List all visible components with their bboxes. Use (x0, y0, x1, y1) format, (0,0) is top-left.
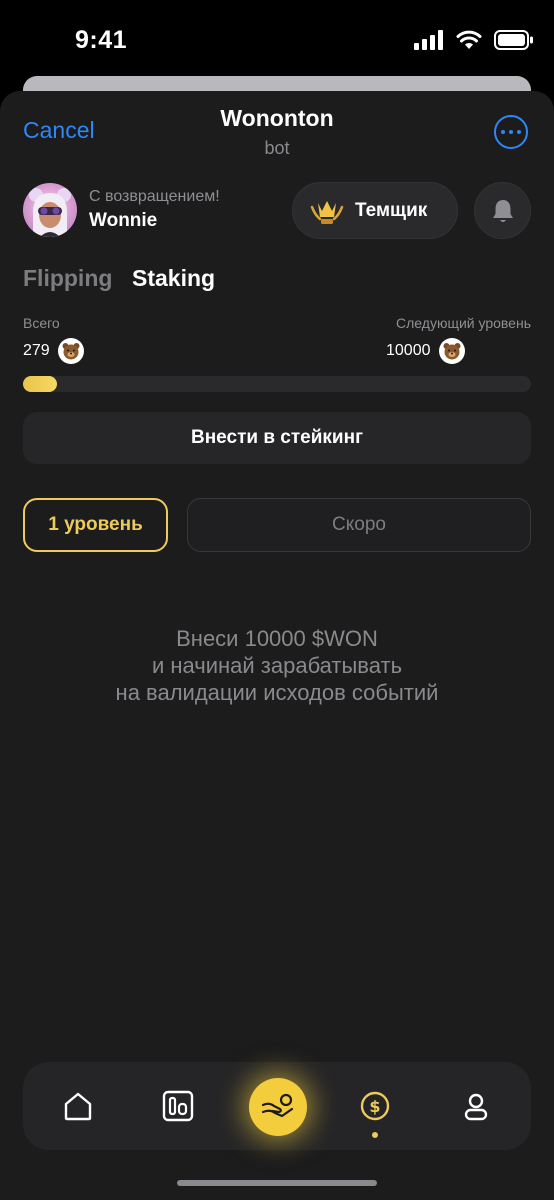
next-level-label: Следующий уровень (396, 315, 531, 331)
next-level-value: 10000 (386, 342, 431, 359)
home-indicator (177, 1180, 377, 1186)
signal-icon (414, 30, 443, 50)
bell-icon (492, 199, 513, 222)
nav-cards[interactable] (148, 1062, 208, 1150)
page-title: Wononton (220, 105, 334, 131)
staking-progress-bar (23, 376, 531, 392)
level-1-button[interactable]: 1 уровень (23, 498, 168, 552)
coin-icon: $ (360, 1091, 390, 1121)
battery-icon (494, 30, 533, 50)
rank-label: Темщик (355, 199, 428, 221)
status-bar: 9:41 (0, 0, 554, 80)
status-time: 9:41 (75, 26, 128, 54)
nav-header: Cancel Wononton bot (0, 91, 554, 171)
username: Wonnie (89, 210, 158, 231)
staking-info-text: Внеси 10000 $WON и начинай зарабатывать … (0, 625, 554, 706)
tab-staking[interactable]: Staking (132, 265, 215, 292)
nav-staking[interactable] (249, 1078, 307, 1136)
profile-icon (464, 1093, 488, 1121)
stake-button[interactable]: Внести в стейкинг (23, 412, 531, 464)
bottom-nav: $ (23, 1062, 531, 1150)
tab-flipping[interactable]: Flipping (23, 265, 112, 292)
rank-button[interactable]: Темщик (292, 182, 458, 239)
status-icons (414, 30, 534, 50)
page-subtitle: bot (264, 138, 290, 158)
bot-sheet: Cancel Wononton bot С возвращением! Wonn… (0, 91, 554, 1200)
nav-home[interactable] (48, 1062, 108, 1150)
svg-text:$: $ (369, 1097, 380, 1116)
more-icon (501, 130, 505, 134)
wifi-icon (456, 30, 482, 49)
info-line-3: на валидации исходов событий (115, 680, 439, 705)
avatar[interactable] (23, 183, 77, 237)
bear-token-icon (57, 338, 84, 364)
staking-icon (261, 1093, 294, 1118)
crown-icon (310, 200, 344, 224)
staking-progress-fill (23, 376, 57, 392)
total-label: Всего (23, 315, 60, 331)
next-level-value-row: 10000 (386, 338, 465, 364)
cards-icon (162, 1090, 194, 1122)
notifications-button[interactable] (474, 182, 531, 239)
info-line-2: и начинай зарабатывать (151, 653, 403, 678)
more-button[interactable] (494, 115, 528, 149)
info-line-1: Внеси 10000 $WON (176, 626, 378, 651)
avatar-image (29, 188, 71, 237)
home-icon (64, 1092, 92, 1121)
nav-profile[interactable] (446, 1062, 506, 1150)
total-value-row: 279 (23, 338, 84, 364)
coming-soon-button[interactable]: Скоро (187, 498, 531, 552)
greeting-text: С возвращением! (89, 188, 220, 205)
bear-token-icon (438, 338, 465, 364)
total-value: 279 (23, 342, 50, 359)
active-nav-indicator (372, 1132, 378, 1138)
